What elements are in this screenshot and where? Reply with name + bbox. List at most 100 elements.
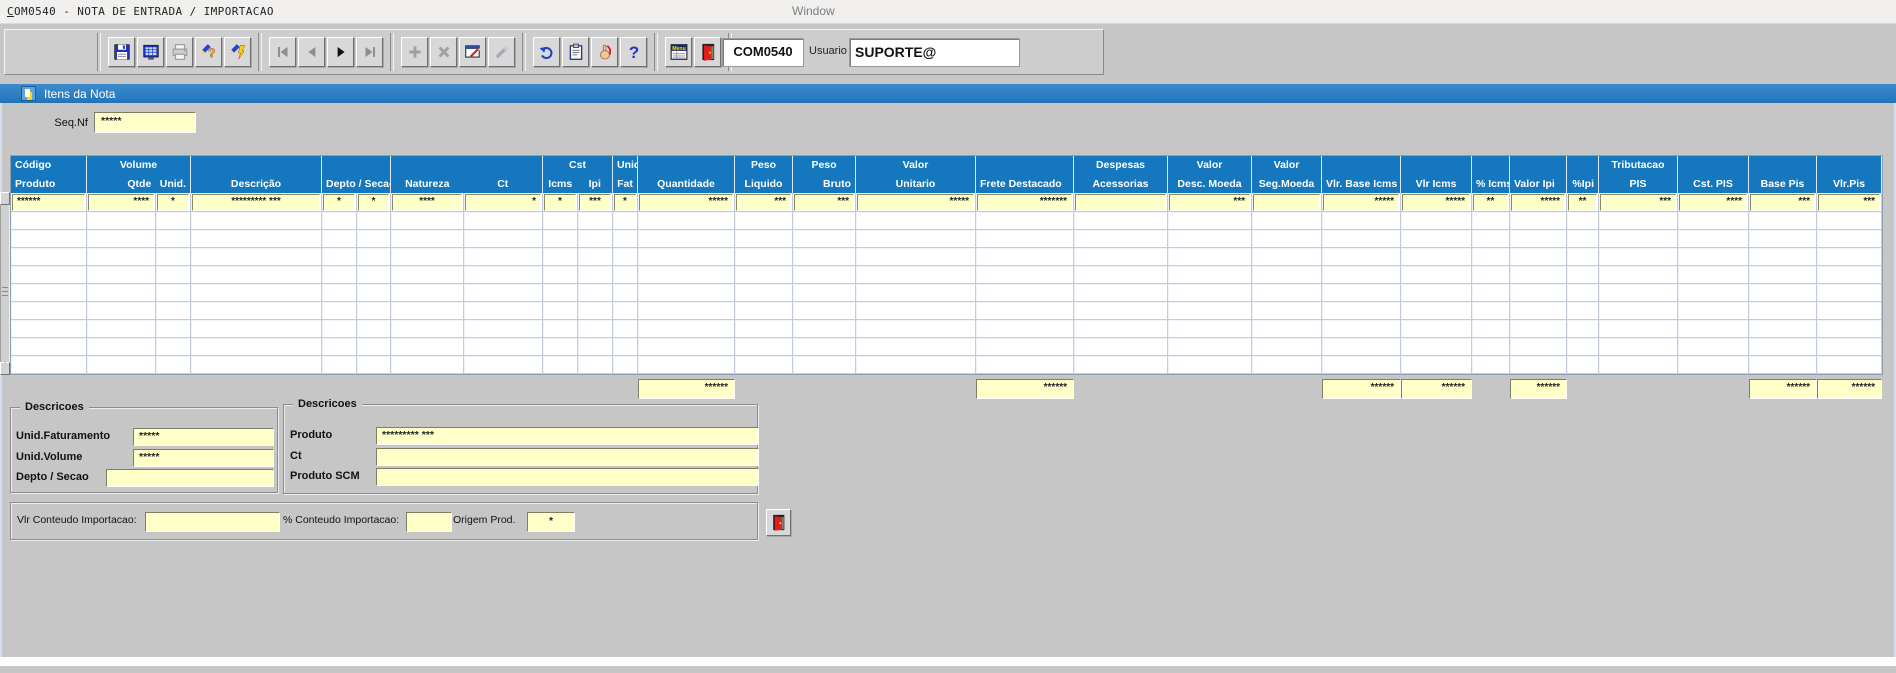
grid-cell[interactable] xyxy=(793,248,856,266)
grid-cell[interactable] xyxy=(613,302,638,320)
undo-button[interactable] xyxy=(533,37,560,67)
grid-cell[interactable] xyxy=(1252,284,1322,302)
grid-cell[interactable] xyxy=(1567,338,1599,356)
enter-query-button[interactable]: ? xyxy=(195,37,222,67)
grid-cell[interactable] xyxy=(976,248,1074,266)
grid-cell[interactable] xyxy=(391,356,464,374)
grid-cell[interactable] xyxy=(191,320,322,338)
grid-cell[interactable] xyxy=(191,356,322,374)
grid-cell[interactable] xyxy=(1252,248,1322,266)
grid-cell[interactable] xyxy=(1401,248,1472,266)
grid-cell[interactable] xyxy=(391,320,464,338)
grid-cell[interactable] xyxy=(1401,212,1472,230)
grid-field-valor_seg_moeda[interactable] xyxy=(1253,194,1320,211)
grid-cell[interactable] xyxy=(357,212,391,230)
unid-faturamento-field[interactable]: ***** xyxy=(133,428,274,446)
grid-cell[interactable] xyxy=(856,356,976,374)
grid-cell[interactable] xyxy=(578,356,613,374)
grid-field-codigo_produto[interactable]: ****** xyxy=(12,194,85,211)
grid-cell[interactable] xyxy=(1749,230,1817,248)
grid-cell[interactable] xyxy=(1567,266,1599,284)
prev-record-button[interactable] xyxy=(298,37,325,67)
grid-cell[interactable] xyxy=(464,320,543,338)
grid-cell[interactable] xyxy=(191,248,322,266)
grid-cell[interactable] xyxy=(464,248,543,266)
grid-cell[interactable] xyxy=(1472,338,1510,356)
origem-prod-field[interactable]: * xyxy=(527,512,575,532)
grid-cell[interactable] xyxy=(1472,356,1510,374)
grid-cell[interactable] xyxy=(464,302,543,320)
grid-cell[interactable] xyxy=(1749,212,1817,230)
grid-cell[interactable] xyxy=(1472,302,1510,320)
grid-cell[interactable] xyxy=(1168,356,1252,374)
grid-cell[interactable] xyxy=(391,284,464,302)
grid-cell[interactable] xyxy=(856,230,976,248)
grid-cell[interactable] xyxy=(976,212,1074,230)
grid-cell[interactable] xyxy=(735,320,793,338)
edit-record-button[interactable] xyxy=(459,37,486,67)
grid-field-vlr_icms[interactable]: ***** xyxy=(1402,194,1470,211)
grid-cell[interactable] xyxy=(856,302,976,320)
grid-cell[interactable] xyxy=(156,302,191,320)
grid-cell[interactable] xyxy=(156,248,191,266)
grid-cell[interactable] xyxy=(1252,356,1322,374)
grid-field-valor_desc_moeda[interactable]: *** xyxy=(1169,194,1250,211)
grid-cell[interactable] xyxy=(357,230,391,248)
grid-cell[interactable] xyxy=(87,302,156,320)
grid-cell[interactable] xyxy=(1168,284,1252,302)
grid-cell[interactable] xyxy=(1472,248,1510,266)
grid-cell[interactable] xyxy=(191,338,322,356)
grid-cell[interactable] xyxy=(1322,284,1401,302)
grid-cell[interactable] xyxy=(578,212,613,230)
grid-cell[interactable] xyxy=(357,302,391,320)
grid-cell[interactable] xyxy=(1749,284,1817,302)
grid-cell[interactable] xyxy=(191,302,322,320)
grid-cell[interactable] xyxy=(1567,284,1599,302)
grid-cell[interactable] xyxy=(391,212,464,230)
grid-cell[interactable] xyxy=(1401,266,1472,284)
grid-cell[interactable] xyxy=(322,356,357,374)
vlr-conteudo-importacao-field[interactable] xyxy=(145,512,280,532)
grid-cell[interactable] xyxy=(11,302,87,320)
grid-cell[interactable] xyxy=(1678,230,1749,248)
exit-button-bottom[interactable] xyxy=(766,509,791,536)
grid-cell[interactable] xyxy=(1252,212,1322,230)
program-code-field[interactable]: COM0540 xyxy=(722,38,804,67)
grid-cell[interactable] xyxy=(1510,284,1567,302)
grid-cell[interactable] xyxy=(1817,248,1882,266)
grid-cell[interactable] xyxy=(793,284,856,302)
grid-cell[interactable] xyxy=(1322,230,1401,248)
grid-cell[interactable] xyxy=(638,302,735,320)
grid-cell[interactable] xyxy=(638,284,735,302)
insert-record-button[interactable] xyxy=(401,37,428,67)
grid-cell[interactable] xyxy=(1472,266,1510,284)
grid-cell[interactable] xyxy=(793,320,856,338)
seq-nf-field[interactable]: ***** xyxy=(94,112,196,133)
grid-cell[interactable] xyxy=(191,212,322,230)
grid-cell[interactable] xyxy=(543,248,578,266)
grid-cell[interactable] xyxy=(1074,320,1168,338)
grid-cell[interactable] xyxy=(638,212,735,230)
grid-cell[interactable] xyxy=(1074,266,1168,284)
grid-cell[interactable] xyxy=(391,266,464,284)
grid-cell[interactable] xyxy=(1401,230,1472,248)
grid-cell[interactable] xyxy=(1599,302,1678,320)
grid-field-descricao[interactable]: ********* *** xyxy=(192,194,320,211)
unid-volume-field[interactable]: ***** xyxy=(133,449,274,467)
grid-cell[interactable] xyxy=(1749,248,1817,266)
pct-conteudo-importacao-field[interactable] xyxy=(406,512,452,532)
grid-cell[interactable] xyxy=(464,230,543,248)
grid-cell[interactable] xyxy=(735,284,793,302)
grid-cell[interactable] xyxy=(543,266,578,284)
grid-field-pct_ipi[interactable]: ** xyxy=(1568,194,1597,211)
grid-cell[interactable] xyxy=(1599,266,1678,284)
menu-item-window[interactable]: Window xyxy=(792,4,835,18)
grid-cell[interactable] xyxy=(1817,212,1882,230)
grid-field-quantidade[interactable]: ***** xyxy=(639,194,733,211)
grid-cell[interactable] xyxy=(735,356,793,374)
grid-cell[interactable] xyxy=(976,284,1074,302)
grid-cell[interactable] xyxy=(1401,284,1472,302)
grid-cell[interactable] xyxy=(1074,338,1168,356)
grid-cell[interactable] xyxy=(11,356,87,374)
grid-cell[interactable] xyxy=(156,212,191,230)
